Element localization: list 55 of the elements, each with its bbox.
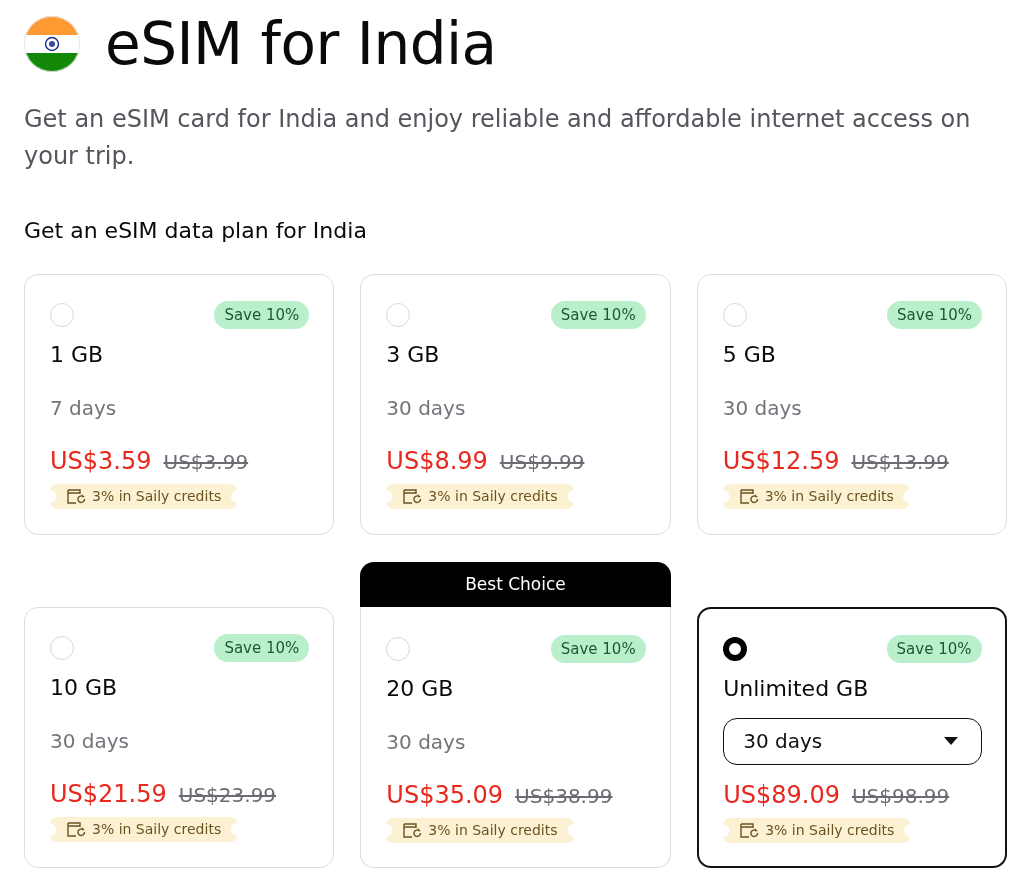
price: US$12.59 — [722, 446, 840, 476]
old-price: US$13.99 — [851, 449, 949, 476]
discount-badge: Save 10% — [887, 301, 982, 329]
data-amount: 10 GB — [50, 674, 118, 702]
old-price: US$98.99 — [851, 782, 950, 810]
data-amount: Unlimited GB — [723, 674, 869, 703]
price: US$89.09 — [723, 779, 840, 810]
wallet-icon — [67, 489, 86, 504]
price: US$35.09 — [386, 779, 504, 810]
plan-duration: 30 days — [722, 395, 802, 422]
credits-label: 3% in Saily credits — [92, 487, 222, 506]
old-price: US$3.99 — [163, 449, 249, 476]
price: US$21.59 — [50, 779, 167, 809]
credits-label: 3% in Saily credits — [428, 820, 558, 840]
flag-icon — [24, 16, 80, 72]
wallet-icon — [67, 822, 86, 837]
credits-label: 3% in Saily credits — [764, 487, 894, 506]
price: US$3.59 — [50, 446, 152, 476]
data-amount: 3 GB — [386, 341, 440, 369]
page-description: Get an eSIM card for India and enjoy reliable and affordable internet access on your trip. — [24, 104, 972, 172]
old-price: US$9.99 — [499, 449, 585, 476]
wallet-icon — [403, 489, 423, 504]
plan-duration: 30 days — [386, 728, 466, 756]
plan-card[interactable]: Save 10% Unlimited GB 30 days US$89.09 US$98.99 3% in Saily credits — [696, 607, 1007, 868]
plan-duration: 30 days — [50, 728, 129, 755]
wallet-icon — [740, 822, 760, 838]
data-amount: 20 GB — [386, 674, 454, 703]
plan-card[interactable]: Save 10% 3 GB 30 days US$8.99 US$9.99 3% in Saily credits — [360, 274, 671, 535]
wallet-icon — [403, 822, 423, 838]
wallet-icon — [739, 489, 759, 504]
data-amount: 5 GB — [722, 341, 776, 369]
discount-badge: Save 10% — [550, 634, 646, 663]
section-title: Get an eSIM data plan for India — [24, 217, 368, 245]
discount-badge: Save 10% — [550, 301, 646, 329]
plan-card[interactable]: Save 10% 5 GB 30 days US$12.59 US$13.99 3% in Saily credits — [696, 274, 1007, 535]
page-title: eSIM for India — [105, 9, 497, 80]
data-amount: 1 GB — [50, 341, 104, 369]
plan-duration: 7 days — [50, 395, 117, 422]
credits-label: 3% in Saily credits — [92, 820, 222, 839]
discount-badge: Save 10% — [214, 301, 310, 329]
duration-dropdown[interactable]: 30 days — [723, 717, 982, 765]
best-choice-banner: Best Choice — [360, 562, 671, 607]
plan-card[interactable]: Save 10% 20 GB 30 days US$35.09 US$38.99 3% in Saily credits — [360, 607, 671, 868]
credits-label: 3% in Saily credits — [428, 487, 558, 506]
discount-badge: Save 10% — [886, 634, 982, 663]
discount-badge: Save 10% — [214, 634, 310, 662]
credits-label: 3% in Saily credits — [765, 820, 895, 840]
plan-duration: 30 days — [386, 395, 466, 422]
caret-icon — [943, 737, 958, 745]
plan-card[interactable]: Save 10% 1 GB 7 days US$3.59 US$3.99 3% in Saily credits — [24, 274, 335, 535]
plan-card[interactable]: Save 10% 10 GB 30 days US$21.59 US$23.99 3% in Saily credits — [24, 607, 335, 868]
old-price: US$23.99 — [178, 782, 277, 809]
old-price: US$38.99 — [515, 782, 613, 810]
price: US$8.99 — [386, 446, 488, 476]
radio-button[interactable] — [723, 636, 748, 661]
